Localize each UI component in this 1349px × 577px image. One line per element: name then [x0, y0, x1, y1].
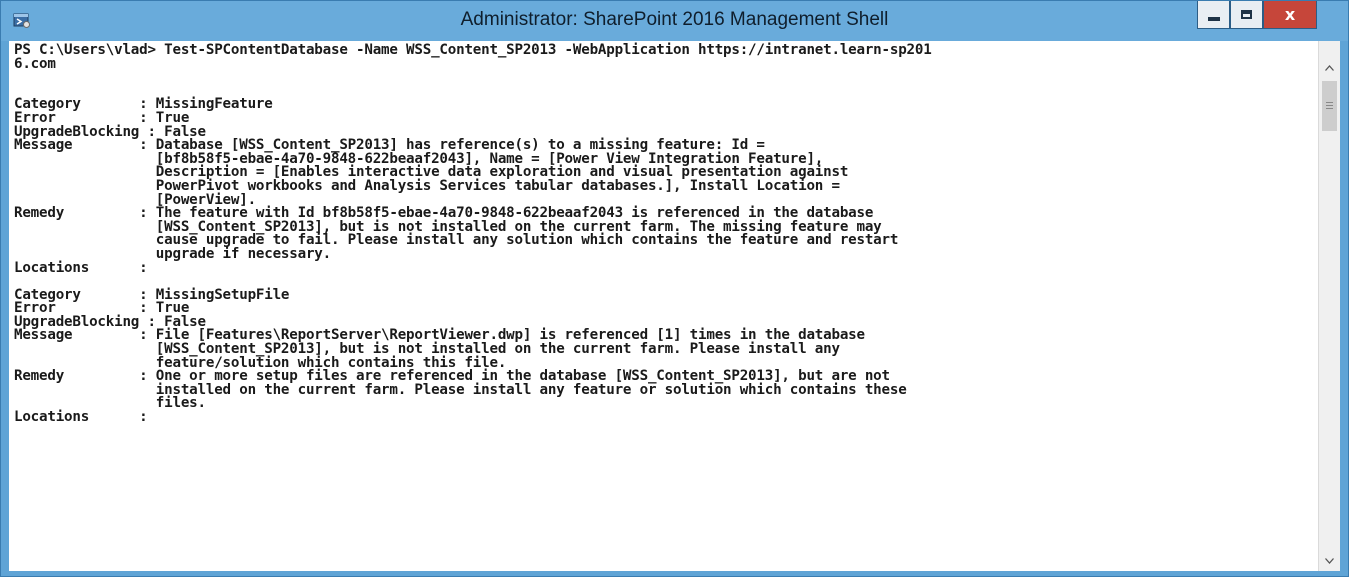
close-button[interactable]: x	[1263, 1, 1317, 29]
scrollbar-thumb[interactable]	[1322, 81, 1337, 131]
console-line: 6.com	[14, 55, 56, 72]
scroll-up-arrow-icon[interactable]	[1319, 59, 1340, 76]
console-output[interactable]: PS C:\Users\vlad> Test-SPContentDatabase…	[9, 41, 1318, 571]
console-line: Locations :	[14, 259, 148, 276]
close-icon: x	[1284, 4, 1296, 24]
minimize-icon	[1207, 16, 1220, 21]
vertical-scrollbar[interactable]	[1318, 41, 1340, 571]
title-bar[interactable]: Administrator: SharePoint 2016 Managemen…	[1, 1, 1348, 41]
console-line: PS C:\Users\vlad> Test-SPContentDatabase…	[14, 42, 932, 58]
maximize-button[interactable]	[1230, 1, 1263, 29]
scroll-down-arrow-icon[interactable]	[1319, 552, 1340, 569]
console-text: PS C:\Users\vlad> Test-SPContentDatabase…	[9, 41, 1318, 425]
powershell-window: Administrator: SharePoint 2016 Managemen…	[0, 0, 1349, 577]
grip-icon	[1326, 102, 1333, 109]
maximize-icon	[1241, 10, 1252, 19]
window-title: Administrator: SharePoint 2016 Managemen…	[460, 9, 889, 30]
console-line: Locations :	[14, 409, 148, 426]
minimize-button[interactable]	[1197, 1, 1230, 29]
